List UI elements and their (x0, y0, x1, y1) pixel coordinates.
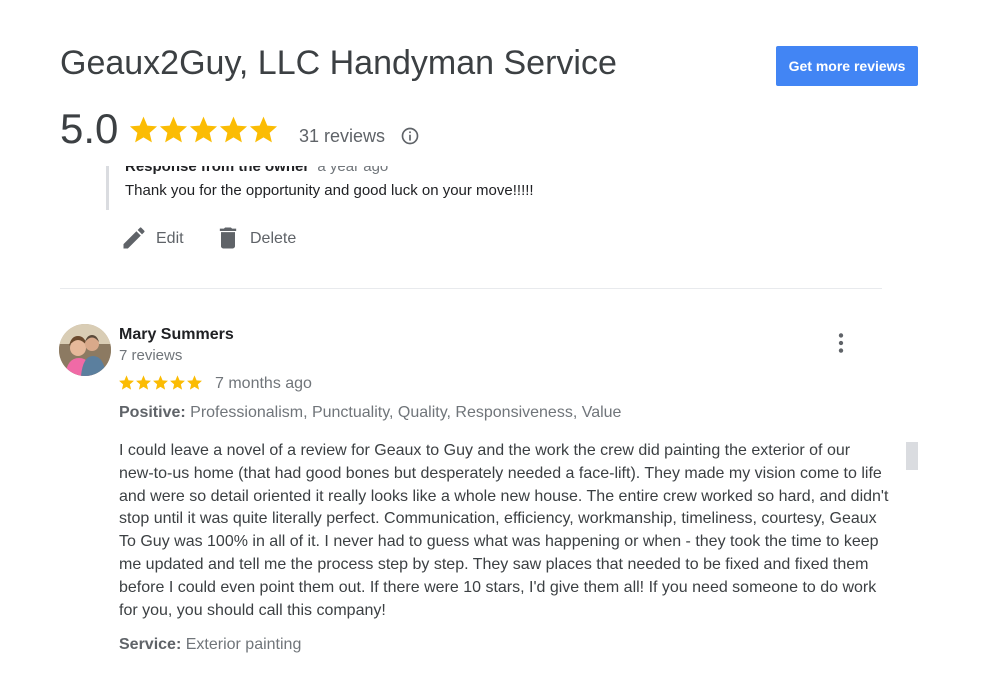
average-rating: 5.0 (60, 105, 119, 152)
service-label: Service: (119, 636, 182, 653)
star-icon (119, 375, 134, 390)
review-text: I could leave a novel of a review for Ge… (119, 442, 889, 619)
star-icon (153, 375, 168, 390)
get-more-reviews-button[interactable]: Get more reviews (776, 46, 918, 86)
owner-response: Response from the owner a year ago Thank… (106, 166, 669, 210)
divider (60, 288, 882, 289)
star-icon (170, 375, 185, 390)
rating-stars (128, 114, 278, 150)
star-icon (187, 375, 202, 390)
review-date: 7 months ago (215, 375, 312, 392)
pencil-icon (123, 227, 145, 249)
owner-response-time: a year ago (317, 166, 389, 175)
star-icon (136, 375, 151, 390)
avatar-photo (59, 324, 111, 376)
star-icon (219, 116, 248, 143)
star-icon (129, 116, 158, 143)
review-stars (118, 374, 203, 396)
avatar[interactable] (59, 324, 111, 376)
star-icon (249, 116, 278, 143)
delete-label: Delete (250, 230, 297, 247)
info-icon[interactable] (400, 126, 420, 146)
positive-value: Professionalism, Punctuality, Quality, R… (190, 404, 622, 421)
trash-icon (219, 227, 237, 249)
review-positive-attributes: Positive: Professionalism, Punctuality, … (119, 404, 621, 422)
reviewer-review-count: 7 reviews (119, 347, 183, 364)
owner-response-text: Thank you for the opportunity and good l… (125, 182, 534, 199)
service-value: Exterior painting (185, 636, 302, 653)
star-icon (159, 116, 188, 143)
owner-response-heading: Response from the owner (125, 166, 310, 175)
review-service: Service: Exterior painting (119, 636, 301, 654)
positive-label: Positive: (119, 404, 186, 421)
star-icon (189, 116, 218, 143)
edit-label: Edit (156, 230, 184, 247)
review-count-link[interactable]: 31 reviews (299, 126, 385, 147)
reviewer-name[interactable]: Mary Summers (119, 326, 234, 344)
scrollbar-thumb[interactable] (906, 442, 918, 470)
business-title: Geaux2Guy, LLC Handyman Service (60, 44, 617, 82)
reviews-list[interactable]: Response from the owner a year ago Thank… (0, 166, 981, 693)
more-options-icon[interactable] (828, 330, 854, 356)
